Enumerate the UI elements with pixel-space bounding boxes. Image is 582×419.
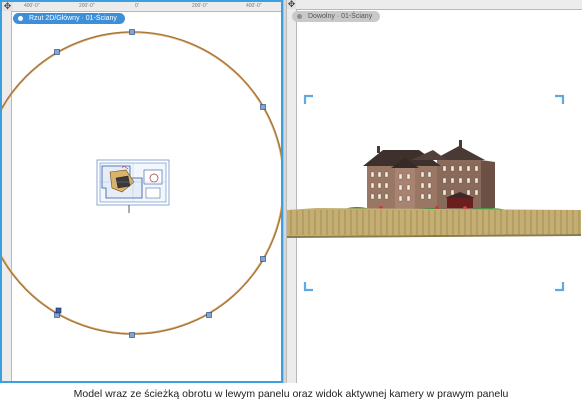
left-plan-view-pane[interactable]: ✥ 400'-0" 200'-0" 0' 200'-0" 400'-0" Rzu… <box>0 0 283 383</box>
building-3d-model[interactable] <box>345 140 507 215</box>
vectorworks-workspace: ✥ 400'-0" 200'-0" 0' 200'-0" 400'-0" Rzu… <box>0 0 582 383</box>
path-vertex-handle[interactable] <box>260 256 266 262</box>
path-vertex-handle[interactable] <box>260 104 266 110</box>
fence-3d[interactable] <box>287 208 581 238</box>
building-plan-drawing[interactable] <box>96 159 170 213</box>
right-view-tab-label: Dowolny · 01-Ściany <box>308 13 373 20</box>
camera-start-marker[interactable] <box>55 307 62 314</box>
right-view-tab[interactable]: Dowolny · 01-Ściany <box>292 11 381 22</box>
path-vertex-handle[interactable] <box>129 332 135 338</box>
plan-canvas <box>2 29 281 338</box>
camera-canvas <box>287 94 581 292</box>
view-indicator-icon <box>297 14 302 19</box>
path-vertex-handle[interactable] <box>54 49 60 55</box>
path-vertex-handle[interactable] <box>206 312 212 318</box>
path-vertex-handle[interactable] <box>129 29 135 35</box>
right-camera-view-pane[interactable]: ✥ Dowolny · 01-Ściany <box>287 0 582 383</box>
figure-caption: Model wraz ze ścieżką obrotu w lewym pan… <box>73 388 509 400</box>
